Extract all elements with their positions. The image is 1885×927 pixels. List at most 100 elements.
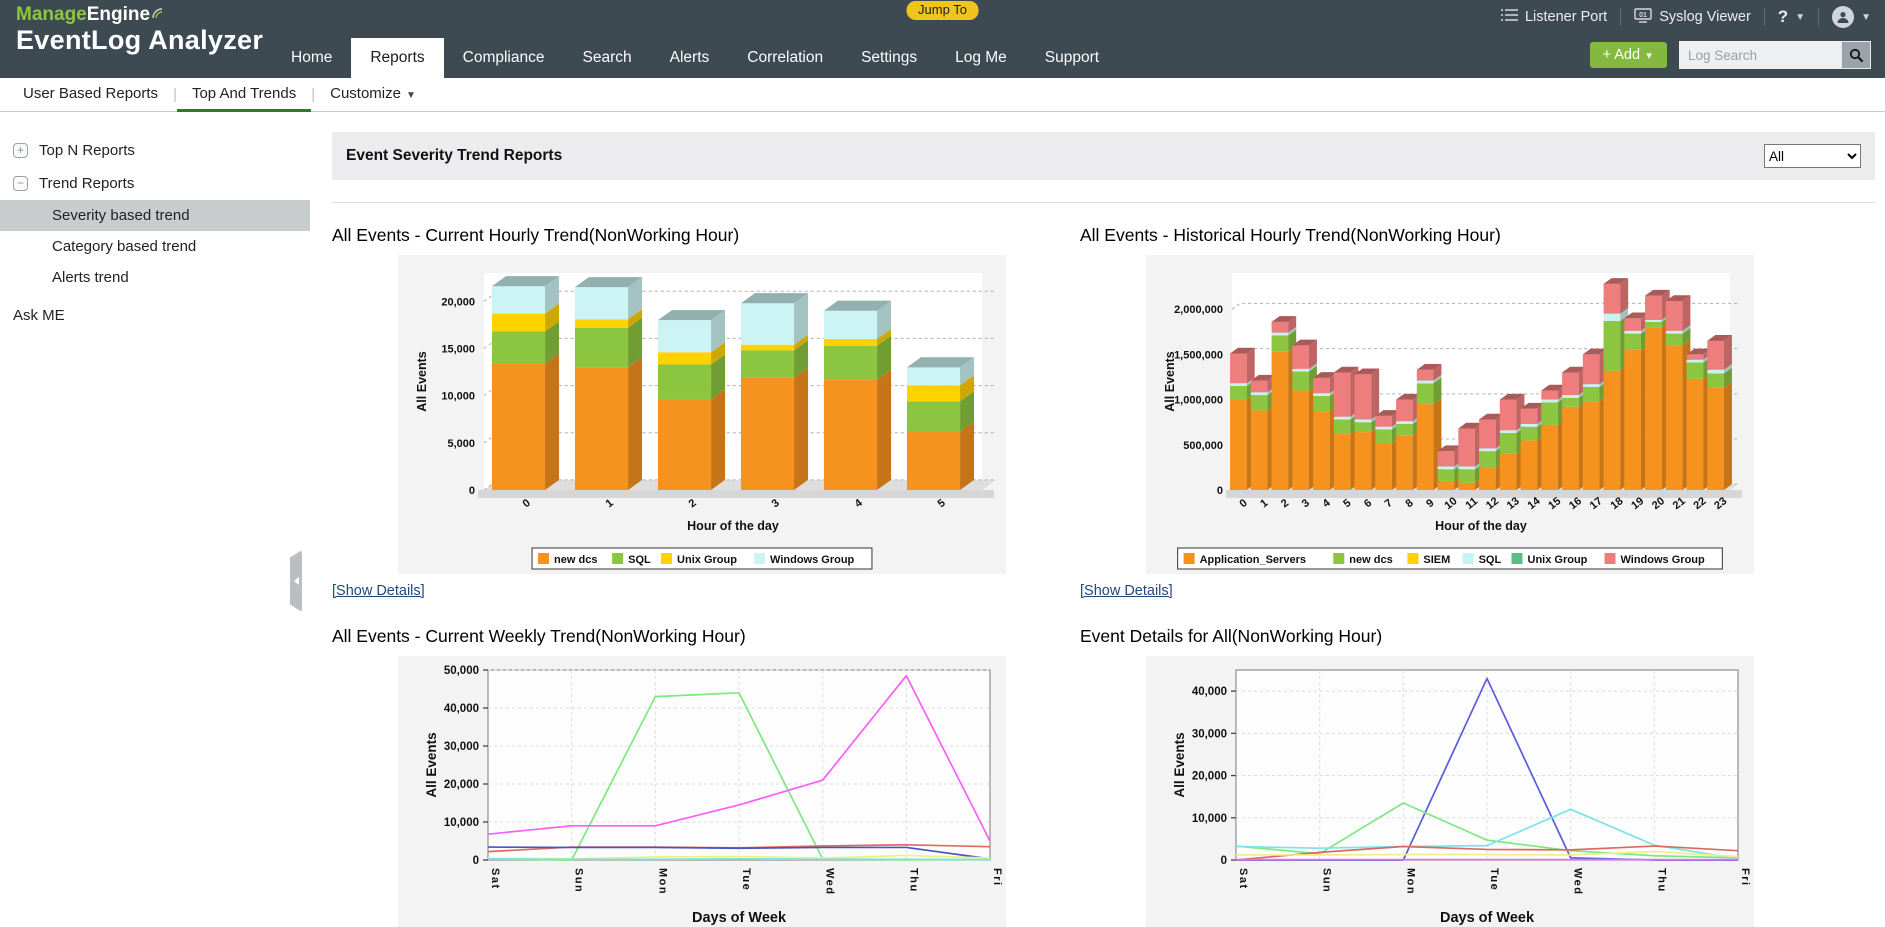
- listener-port-icon: [1501, 8, 1518, 26]
- report-header-bar: Event Severity Trend Reports All: [332, 132, 1875, 180]
- subnav-customize[interactable]: Customize▼: [315, 78, 431, 112]
- subnav-user-based-reports[interactable]: User Based Reports: [8, 78, 173, 112]
- chevron-down-icon: ▼: [1861, 12, 1871, 23]
- search-button[interactable]: [1841, 41, 1871, 69]
- svg-text:Windows Group: Windows Group: [1621, 554, 1706, 566]
- svg-text:Application_Servers: Application_Servers: [1200, 554, 1306, 566]
- svg-text:15,000: 15,000: [441, 343, 475, 355]
- nav-support[interactable]: Support: [1026, 38, 1118, 78]
- svg-text:01: 01: [1639, 12, 1647, 19]
- collapse-icon[interactable]: −: [13, 176, 28, 191]
- sidebar-item-ask-me[interactable]: Ask ME: [0, 307, 310, 324]
- nav-compliance[interactable]: Compliance: [444, 38, 564, 78]
- nav-reports[interactable]: Reports: [351, 38, 443, 78]
- syslog-viewer-button[interactable]: 01 Syslog Viewer: [1634, 8, 1751, 27]
- device-filter-select[interactable]: All: [1764, 144, 1861, 168]
- svg-text:4: 4: [1320, 496, 1333, 510]
- nav-correlation[interactable]: Correlation: [728, 38, 842, 78]
- svg-text:8: 8: [1403, 497, 1415, 510]
- log-search-input[interactable]: [1679, 41, 1841, 69]
- svg-text:Sat: Sat: [1237, 868, 1249, 890]
- svg-text:Hour of the day: Hour of the day: [1435, 519, 1527, 533]
- divider: [1620, 8, 1621, 26]
- svg-text:0: 0: [1237, 497, 1249, 510]
- report-content: Event Severity Trend Reports All All Eve…: [310, 112, 1885, 927]
- svg-text:All Events: All Events: [1172, 732, 1187, 797]
- brand-swoosh-icon: [151, 5, 167, 26]
- svg-text:2,000,000: 2,000,000: [1174, 304, 1223, 316]
- svg-text:0: 0: [1217, 485, 1223, 497]
- charts-panel: All Events - Current Hourly Trend(NonWor…: [332, 202, 1875, 927]
- show-details-link[interactable]: [Show Details]: [1080, 583, 1173, 599]
- svg-text:Unix Group: Unix Group: [1528, 554, 1588, 566]
- current-hourly-trend-chart: 05,00010,00015,00020,000012345Hour of th…: [398, 255, 1006, 574]
- chart-title: Event Details for All(NonWorking Hour): [1080, 626, 1840, 647]
- chevron-down-icon: ▼: [1644, 51, 1654, 62]
- svg-text:30,000: 30,000: [1192, 728, 1227, 740]
- svg-text:SQL: SQL: [1479, 554, 1502, 566]
- svg-text:Sat: Sat: [489, 868, 501, 890]
- log-search: [1679, 41, 1871, 69]
- syslog-viewer-icon: 01: [1634, 8, 1652, 27]
- svg-text:Hour of the day: Hour of the day: [687, 519, 779, 533]
- sidebar-item-severity-based-trend[interactable]: Severity based trend: [0, 200, 310, 231]
- sidebar-item-alerts-trend[interactable]: Alerts trend: [0, 262, 310, 293]
- nav-settings[interactable]: Settings: [842, 38, 936, 78]
- divider: [1764, 8, 1765, 26]
- chart-cell-historical-hourly: All Events - Historical Hourly Trend(Non…: [1080, 225, 1840, 600]
- svg-text:40,000: 40,000: [1192, 686, 1227, 698]
- svg-text:0: 0: [521, 497, 533, 510]
- svg-text:new dcs: new dcs: [554, 554, 597, 566]
- svg-text:20,000: 20,000: [444, 779, 479, 791]
- sidebar-collapse-handle[interactable]: [290, 550, 302, 612]
- svg-text:3: 3: [1300, 497, 1312, 510]
- sidebar-group-top-n-reports[interactable]: + Top N Reports: [0, 134, 310, 167]
- svg-text:0: 0: [473, 855, 479, 867]
- svg-text:6: 6: [1362, 497, 1374, 510]
- svg-text:Tue: Tue: [740, 868, 752, 891]
- main-nav: Home Reports Compliance Search Alerts Co…: [272, 38, 1118, 78]
- svg-text:Windows Group: Windows Group: [770, 554, 855, 566]
- svg-text:10,000: 10,000: [441, 391, 475, 403]
- chevron-down-icon: ▼: [1795, 12, 1805, 23]
- jump-to-button[interactable]: Jump To: [906, 1, 979, 20]
- listener-port-button[interactable]: Listener Port: [1501, 8, 1607, 26]
- chart-title: All Events - Current Hourly Trend(NonWor…: [332, 225, 1080, 246]
- svg-text:500,000: 500,000: [1183, 440, 1223, 452]
- event-details-chart: 010,00020,00030,00040,000SatSunMonTueWed…: [1146, 656, 1754, 927]
- nav-log-me[interactable]: Log Me: [936, 38, 1026, 78]
- chart-title: All Events - Historical Hourly Trend(Non…: [1080, 225, 1840, 246]
- nav-search[interactable]: Search: [564, 38, 651, 78]
- svg-text:2: 2: [687, 497, 699, 510]
- svg-text:5: 5: [936, 497, 948, 510]
- user-menu[interactable]: ▼: [1832, 6, 1871, 28]
- sidebar-group-trend-reports[interactable]: − Trend Reports: [0, 167, 310, 200]
- svg-text:1,500,000: 1,500,000: [1174, 349, 1223, 361]
- svg-text:20,000: 20,000: [1192, 771, 1227, 783]
- svg-text:Fri: Fri: [1739, 868, 1751, 887]
- user-avatar-icon: [1832, 6, 1854, 28]
- show-details-link[interactable]: [Show Details]: [332, 583, 425, 599]
- svg-text:1,000,000: 1,000,000: [1174, 395, 1223, 407]
- svg-text:Wed: Wed: [824, 868, 836, 896]
- svg-text:new dcs: new dcs: [1349, 554, 1392, 566]
- add-button[interactable]: + Add ▼: [1590, 42, 1667, 68]
- expand-icon[interactable]: +: [13, 143, 28, 158]
- brand-logo: ManageEngine EventLog Analyzer: [16, 5, 263, 56]
- subnav-top-and-trends[interactable]: Top And Trends: [177, 78, 311, 112]
- svg-text:4: 4: [853, 496, 866, 510]
- svg-text:7: 7: [1383, 497, 1395, 510]
- reports-subnav: User Based Reports | Top And Trends | Cu…: [0, 78, 1885, 112]
- nav-home[interactable]: Home: [272, 38, 351, 78]
- help-menu[interactable]: ? ▼: [1778, 7, 1805, 27]
- svg-text:SIEM: SIEM: [1423, 554, 1450, 566]
- svg-text:All Events: All Events: [424, 732, 439, 797]
- svg-text:Tue: Tue: [1488, 868, 1500, 891]
- svg-text:20,000: 20,000: [441, 296, 475, 308]
- svg-text:Mon: Mon: [1404, 868, 1416, 895]
- svg-text:0: 0: [1221, 855, 1227, 867]
- sidebar-item-category-based-trend[interactable]: Category based trend: [0, 231, 310, 262]
- divider: [1818, 8, 1819, 26]
- nav-alerts[interactable]: Alerts: [651, 38, 729, 78]
- svg-text:Thu: Thu: [907, 868, 919, 893]
